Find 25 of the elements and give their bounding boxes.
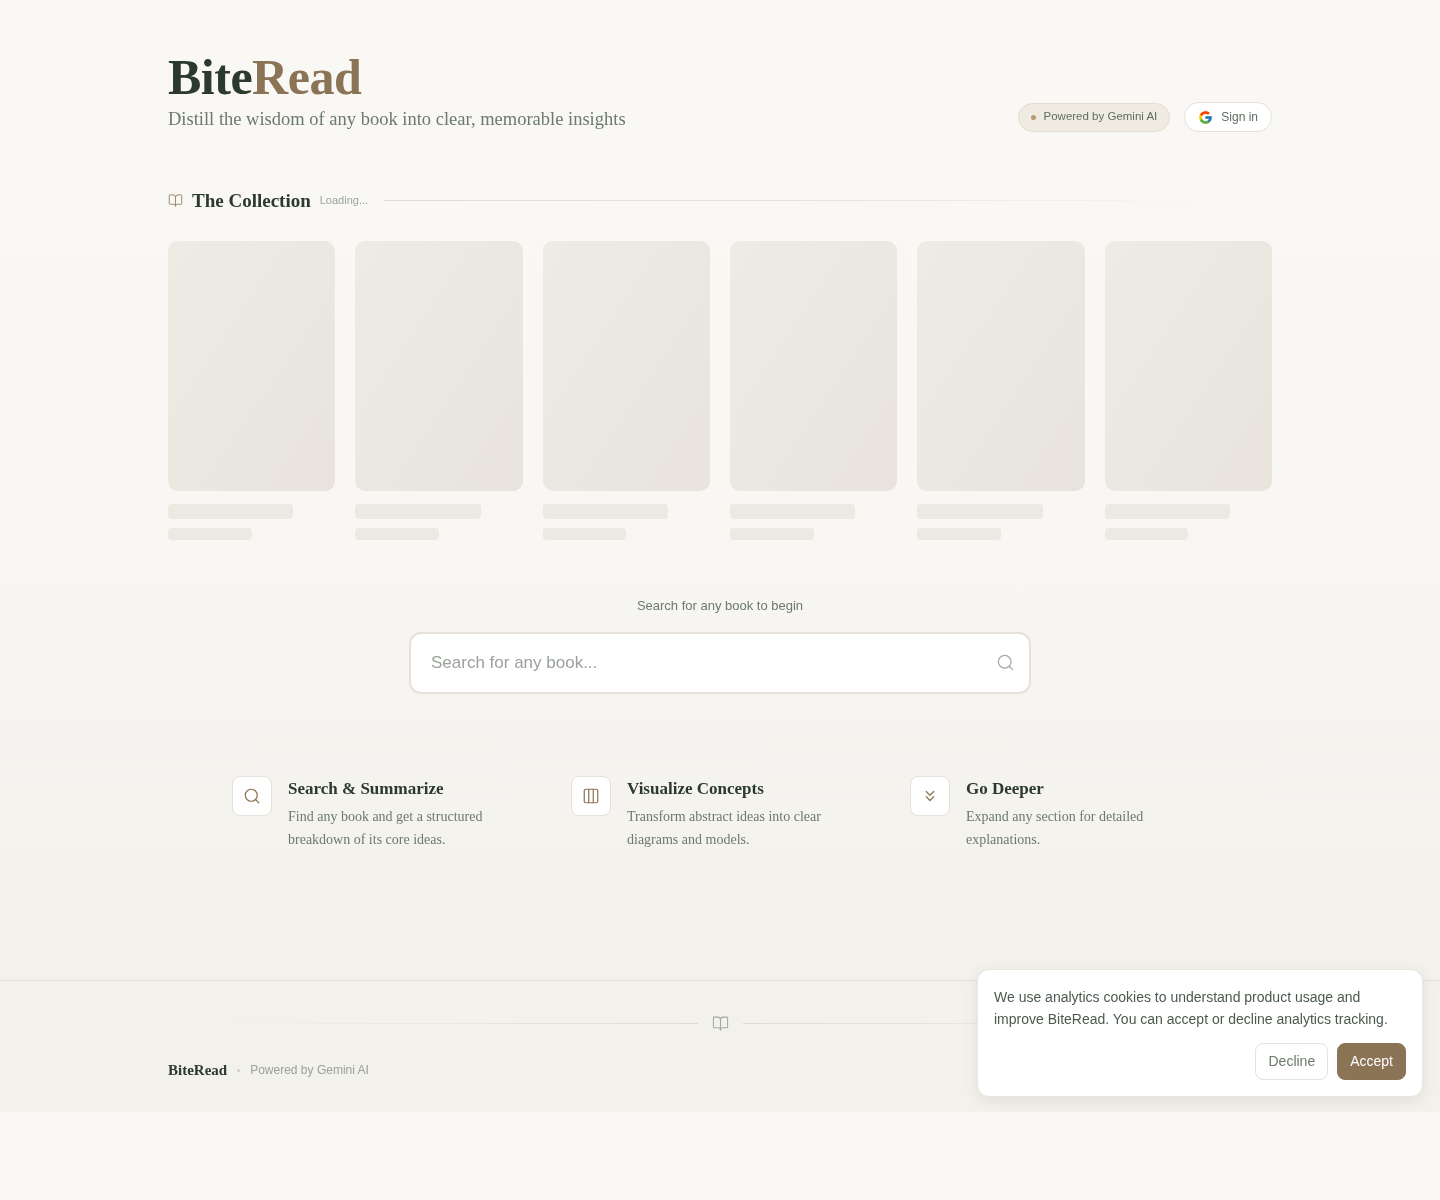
feature-description: Transform abstract ideas into clear diagrams and models. [627,808,822,849]
search-prompt: Search for any book to begin [636,598,804,614]
decline-button[interactable]: Decline [1255,1043,1329,1080]
feature-title: Visualize Concepts [627,778,764,800]
loading-status: Loading... [319,193,369,209]
columns-icon [582,787,600,805]
search-field[interactable]: Search for any book... [409,632,1031,694]
accept-button[interactable]: Accept [1337,1043,1406,1080]
feature-description: Find any book and get a structured breakdown of its core ideas. [288,808,484,849]
tagline: Distill the wisdom of any book into clear, memorable insights [168,108,626,131]
feature-title: Search & Summarize [288,778,444,800]
book-icon [711,1015,729,1032]
logo-wordmark: BiteRead [168,52,362,102]
feature-description: Expand any section for detailed explanations. [966,808,1145,849]
powered-by-badge: Powered by Gemini AI [1017,102,1171,132]
sign-in-button[interactable]: Sign in [1184,102,1272,132]
cookie-message: We use analytics cookies to understand product usage and improve BiteRead. You can accept or decline analytics tracking. [994,988,1389,1029]
search-icon [243,787,261,805]
section-title: The Collection [192,191,311,210]
footer-credit: Powered by Gemini AI [250,1062,369,1080]
feature-title: Go Deeper [966,778,1044,800]
g-logo-icon [1198,109,1214,125]
book-icon [168,193,183,208]
footer-brand: BiteRead [168,1061,228,1080]
search-icon[interactable] [996,653,1015,672]
